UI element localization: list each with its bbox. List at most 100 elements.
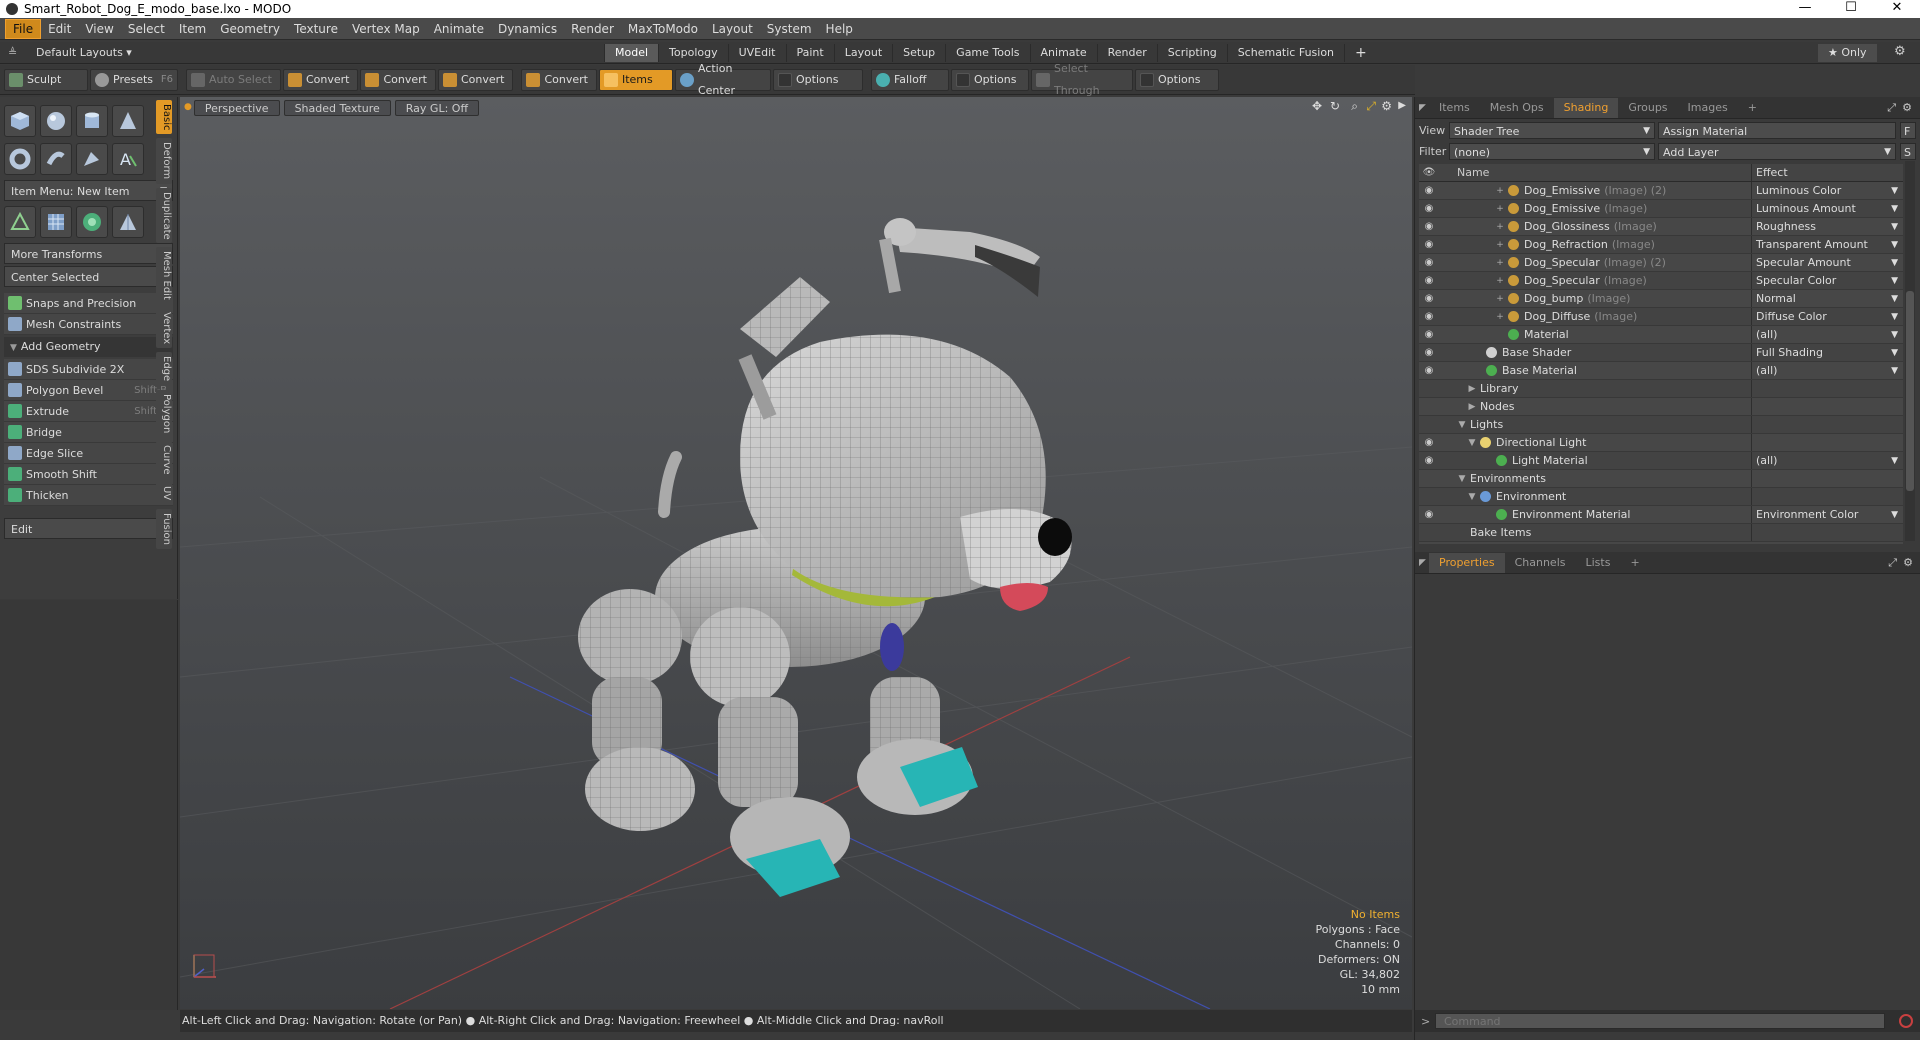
shader-tree-row[interactable]: ◉ Environment Material Environment Color ▼ [1419,506,1903,524]
rotate-icon[interactable]: ↻ [1330,99,1340,113]
expand-toggle-icon[interactable]: ▶ [1467,380,1477,397]
effect-cell[interactable]: Specular Color ▼ [1752,272,1902,289]
panel-gear-icon[interactable]: ⚙ [1903,556,1913,569]
name-column-header[interactable]: Name [1439,164,1752,181]
tab-setup[interactable]: Setup [892,44,945,62]
tab-model[interactable]: Model [604,44,659,62]
shader-tree-row[interactable]: ▶ Nodes [1419,398,1903,416]
side-tab-polygon[interactable]: Polygon [156,389,172,437]
eye-empty-slot[interactable] [1419,398,1439,415]
cone-primitive-button[interactable] [112,105,144,137]
effect-cell[interactable] [1752,470,1902,487]
effect-cell[interactable]: Full Shading ▼ [1752,344,1902,361]
eye-icon[interactable]: ◉ [1419,218,1439,235]
edge-slice-button[interactable]: Edge Slice [4,443,173,464]
shader-tree-row[interactable]: ▼ Environments [1419,470,1903,488]
eye-icon[interactable]: ◉ [1419,308,1439,325]
tab-mesh-ops[interactable]: Mesh Ops [1480,98,1554,118]
expand-toggle-icon[interactable]: + [1495,218,1505,235]
shader-tree-row[interactable]: ▼ Environment [1419,488,1903,506]
eye-icon[interactable]: ◉ [1419,236,1439,253]
thicken-button[interactable]: Thicken [4,485,173,506]
effect-cell[interactable] [1752,398,1902,415]
convert-polygons-button[interactable]: Convert [437,68,514,91]
effect-cell[interactable]: Specular Amount ▼ [1752,254,1902,271]
eye-icon[interactable]: ◉ [1419,272,1439,289]
add-tab-button[interactable]: + [1344,44,1377,62]
grid-button[interactable] [40,206,72,238]
expand-toggle-icon[interactable]: ▼ [1457,470,1467,487]
effect-cell[interactable]: Diffuse Color ▼ [1752,308,1902,325]
effect-cell[interactable] [1752,524,1902,541]
tab-game-tools[interactable]: Game Tools [945,44,1029,62]
center-selected-dropdown[interactable]: Center Selected▼ [4,266,173,287]
expand-toggle-icon[interactable]: + [1495,200,1505,217]
smooth-shift-button[interactable]: Smooth Shift [4,464,173,485]
eye-icon[interactable]: ◉ [1419,452,1439,469]
side-tab-edge[interactable]: Edge [156,352,172,386]
panel-menu-icon[interactable]: ◤ [1419,558,1429,568]
add-geometry-section[interactable]: ▼ Add Geometry [4,337,173,357]
menu-maxtomodo[interactable]: MaxToModo [621,18,705,40]
side-tab-mesh-edit[interactable]: Mesh Edit [156,247,172,305]
only-button[interactable]: ★ Only [1818,44,1877,62]
text-tool-button[interactable]: A [112,143,144,175]
effect-cell[interactable]: Luminous Color ▼ [1752,182,1902,199]
perspective-view-button[interactable]: Perspective [193,100,280,116]
add-panel-tab-button[interactable]: + [1738,98,1767,118]
tab-shading[interactable]: Shading [1553,97,1619,118]
cylinder-primitive-button[interactable] [76,105,108,137]
action-center-button[interactable]: Action Center [674,62,771,97]
side-tab-curve[interactable]: Curve [156,440,172,479]
expand-toggle-icon[interactable]: + [1495,272,1505,289]
view-dropdown[interactable]: Shader Tree ▼ [1449,122,1655,139]
tree-scrollbar[interactable] [1905,161,1915,541]
expand-toggle-icon[interactable]: ▼ [1467,488,1477,505]
eye-icon[interactable]: ◉ [1419,182,1439,199]
expand-toggle-icon[interactable]: + [1495,236,1505,253]
side-tab-uv[interactable]: UV [156,482,172,505]
expand-toggle-icon[interactable]: ▼ [1457,416,1467,433]
tab-paint[interactable]: Paint [785,44,834,62]
zoom-icon[interactable]: ⌕ [1351,99,1358,114]
pen-tool-button[interactable] [76,143,108,175]
shader-tree-row[interactable]: ◉ + Dog_Diffuse (Image) Diffuse Color ▼ [1419,308,1903,326]
minimize-button[interactable]: — [1782,0,1828,18]
polygon-bevel-button[interactable]: Polygon Bevel Shift-B [4,380,173,401]
menu-texture[interactable]: Texture [287,18,345,40]
layout-menu-icon[interactable]: ≜ [8,46,22,59]
eye-icon[interactable]: ◉ [1419,326,1439,343]
eye-empty-slot[interactable] [1419,470,1439,487]
globe-button[interactable] [76,206,108,238]
side-tab-vertex[interactable]: Vertex [156,308,172,349]
shader-tree-row[interactable]: ◉ + Dog_Refraction (Image) Transparent Amoun… [1419,236,1903,254]
shader-tree-row[interactable]: ▼ Lights [1419,416,1903,434]
convert-vertices-button[interactable]: Convert [282,68,359,91]
menu-help[interactable]: Help [819,18,860,40]
tab-items[interactable]: Items [1429,98,1480,118]
side-tab-deform[interactable]: Deform [156,138,172,184]
menu-vertex-map[interactable]: Vertex Map [345,18,427,40]
effect-cell[interactable] [1752,488,1902,505]
camera-button[interactable] [112,206,144,238]
effect-cell[interactable]: Luminous Amount ▼ [1752,200,1902,217]
eye-icon[interactable]: ◉ [1419,254,1439,271]
falloff-options-button[interactable]: Options [950,68,1029,91]
menu-geometry[interactable]: Geometry [213,18,287,40]
expand-toggle-icon[interactable]: ▶ [1467,398,1477,415]
eye-icon[interactable]: ◉ [1419,200,1439,217]
extrude-button[interactable]: Extrude Shift-X [4,401,173,422]
capsule-primitive-button[interactable] [40,143,72,175]
eye-empty-slot[interactable] [1419,380,1439,397]
effect-column-header[interactable]: Effect [1752,164,1902,181]
presets-button[interactable]: Presets F6 [90,68,178,91]
shader-tree-row[interactable]: ◉ + Dog_Specular (Image) Specular Color ▼ [1419,272,1903,290]
effect-cell[interactable]: (all) ▼ [1752,326,1902,343]
shader-tree-row[interactable]: ◉ + Dog_Glossiness (Image) Roughness ▼ [1419,218,1903,236]
shader-tree-row[interactable]: ◉ + Dog_Specular (Image) (2) Specular Amount… [1419,254,1903,272]
shader-tree-row[interactable]: ◉ Light Material (all) ▼ [1419,452,1903,470]
effect-cell[interactable]: Normal ▼ [1752,290,1902,307]
side-tab-fusion[interactable]: Fusion [156,508,172,549]
panel-menu-icon[interactable]: ◤ [1419,103,1429,113]
expand-toggle-icon[interactable]: + [1495,254,1505,271]
